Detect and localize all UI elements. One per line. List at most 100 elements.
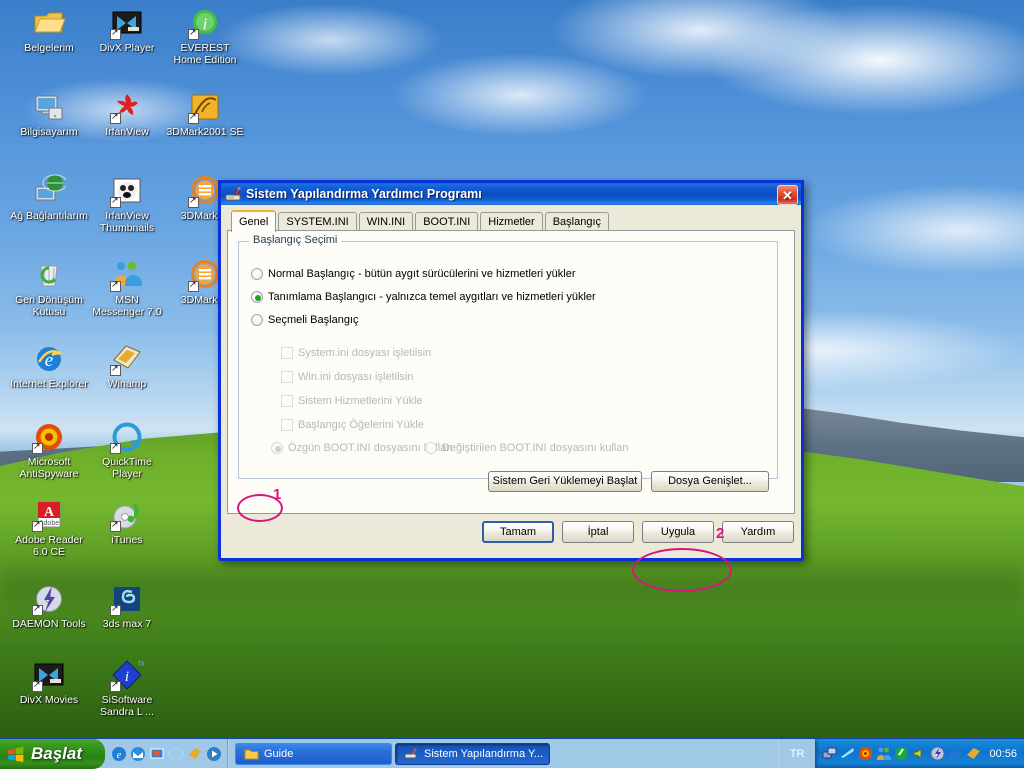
- language-bar[interactable]: TR: [778, 739, 816, 768]
- selective-startup-radio[interactable]: Seçmeli Başlangıç: [251, 314, 359, 326]
- itunes-icon: [110, 498, 144, 532]
- tab-hizmetler[interactable]: Hizmetler: [480, 212, 542, 231]
- shortcut-arrow-icon: [188, 197, 199, 208]
- expand-file-button[interactable]: Dosya Genişlet...: [651, 471, 769, 492]
- option-label: Normal Başlangıç - bütün aygıt sürücüler…: [268, 268, 576, 280]
- tab-win-ini[interactable]: WIN.INI: [359, 212, 414, 231]
- tab-ba-lang-[interactable]: Başlangıç: [545, 212, 609, 231]
- desktop-icon-label: QuickTime Player: [88, 457, 166, 480]
- desktop-icon-my-documents[interactable]: Belgelerim: [10, 6, 88, 55]
- shield-icon[interactable]: [894, 746, 909, 761]
- cancel-button[interactable]: İptal: [562, 521, 634, 543]
- shortcut-arrow-icon: [110, 365, 121, 376]
- option-label: Tanımlama Başlangıcı - yalnızca temel ay…: [268, 291, 596, 303]
- dialog-title-bar[interactable]: Sistem Yapılandırma Yardımcı Programı ✕: [218, 180, 804, 205]
- folder-icon: [244, 747, 259, 761]
- 3ds-max-icon: [110, 582, 144, 616]
- winamp-tray-icon[interactable]: [966, 746, 981, 761]
- close-icon[interactable]: ✕: [777, 185, 798, 205]
- show-desktop-icon[interactable]: [149, 746, 165, 762]
- desktop-icon-microsoft-antispyware[interactable]: Microsoft AntiSpyware: [10, 420, 88, 480]
- windows-flag-icon: [7, 746, 25, 763]
- option-label: Seçmeli Başlangıç: [268, 314, 359, 326]
- desktop-icon-label: DAEMON Tools: [10, 619, 88, 631]
- option-label: Değiştirilen BOOT.INI dosyasını kullan: [442, 442, 628, 454]
- desktop-icon-label: DivX Player: [88, 43, 166, 55]
- group-title: Başlangıç Seçimi: [249, 234, 341, 246]
- normal-startup-radio[interactable]: Normal Başlangıç - bütün aygıt sürücüler…: [251, 268, 576, 280]
- desktop-icon-irfanview-thumbnails[interactable]: IrfanView Thumbnails: [88, 174, 166, 234]
- outlook-express-icon[interactable]: [130, 746, 146, 762]
- desktop-icon-winamp[interactable]: Winamp: [88, 342, 166, 391]
- adobe-reader-icon: AAdobe: [32, 498, 66, 532]
- quick-launch-bar: e: [105, 739, 229, 768]
- taskbar-button-guide[interactable]: Guide: [235, 743, 392, 765]
- shortcut-arrow-icon: [110, 197, 121, 208]
- shortcut-arrow-icon: [110, 521, 121, 532]
- tab-system-ini[interactable]: SYSTEM.INI: [278, 212, 356, 231]
- modified-bootini-radio[interactable]: Değiştirilen BOOT.INI dosyasını kullan: [425, 442, 628, 454]
- system-restore-button[interactable]: Sistem Geri Yüklemeyi Başlat: [488, 471, 642, 492]
- daemon-tools-icon[interactable]: [930, 746, 945, 761]
- desktop-icon-internet-explorer[interactable]: eInternet Explorer: [10, 342, 88, 391]
- svg-text:e: e: [117, 750, 122, 761]
- nvidia-icon[interactable]: [840, 746, 855, 761]
- internet-explorer-icon[interactable]: e: [111, 746, 127, 762]
- shortcut-arrow-icon: [110, 681, 121, 692]
- desktop-icon-my-computer[interactable]: Bilgisayarım: [10, 90, 88, 139]
- load-startup-items-checkbox[interactable]: Başlangıç Öğelerini Yükle: [281, 419, 424, 431]
- help-button[interactable]: Yardım: [722, 521, 794, 543]
- media-player-icon[interactable]: [206, 746, 222, 762]
- quicktime-icon[interactable]: [168, 746, 184, 762]
- tab-boot-ini[interactable]: BOOT.INI: [415, 212, 478, 231]
- sisoftware-icon[interactable]: SiF: [948, 746, 963, 761]
- desktop-icon-label: 3ds max 7: [88, 619, 166, 631]
- clock[interactable]: 00:56: [989, 748, 1017, 760]
- diagnostic-startup-radio[interactable]: Tanımlama Başlangıcı - yalnızca temel ay…: [251, 291, 596, 303]
- winamp-icon[interactable]: [187, 746, 203, 762]
- winamp-icon: [110, 342, 144, 376]
- desktop-icon-itunes[interactable]: iTunes: [88, 498, 166, 547]
- desktop-icon-label: SiSoftware Sandra L ...: [88, 695, 166, 718]
- desktop-icon-adobe-reader[interactable]: AAdobeAdobe Reader 6.0 CE: [10, 498, 88, 558]
- start-label: Başlat: [31, 744, 82, 764]
- process-winini-checkbox[interactable]: Win.ini dosyası işletilsin: [281, 371, 414, 383]
- messenger-icon[interactable]: [876, 746, 891, 761]
- process-systemini-checkbox[interactable]: System.ini dosyası işletilsin: [281, 347, 431, 359]
- shortcut-arrow-icon: [32, 521, 43, 532]
- desktop-icon-label: Ağ Bağlantılarım: [10, 211, 88, 223]
- start-button[interactable]: Başlat: [0, 739, 105, 769]
- network-icon[interactable]: [822, 746, 837, 761]
- checkbox-indicator: [281, 347, 293, 359]
- desktop-icon-3ds-max[interactable]: 3ds max 7: [88, 582, 166, 631]
- desktop-icon-3dmark2001[interactable]: 3DMark2001 SE: [166, 90, 244, 139]
- desktop-icon-daemon-tools[interactable]: DAEMON Tools: [10, 582, 88, 631]
- ok-button[interactable]: Tamam: [482, 521, 554, 543]
- taskbar-button-sistem-yap-land-rma-y[interactable]: Sistem Yapılandırma Y...: [395, 743, 550, 765]
- desktop-icon-quicktime-player[interactable]: QuickTime Player: [88, 420, 166, 480]
- desktop-icon-divx-movies[interactable]: DivX Movies: [10, 658, 88, 707]
- desktop-icon-irfanview[interactable]: IrfanView: [88, 90, 166, 139]
- 3dmark03-icon: [188, 174, 222, 208]
- shortcut-arrow-icon: [32, 443, 43, 454]
- antispyware-icon[interactable]: [858, 746, 873, 761]
- apply-button[interactable]: Uygula: [642, 521, 714, 543]
- desktop-icon-recycle-bin[interactable]: Geri Dönüşüm Kutusu: [10, 258, 88, 318]
- radio-indicator: [251, 268, 263, 280]
- checkbox-label: Başlangıç Öğelerini Yükle: [298, 419, 424, 431]
- load-system-services-checkbox[interactable]: Sistem Hizmetlerini Yükle: [281, 395, 423, 407]
- tab-genel[interactable]: Genel: [231, 210, 276, 232]
- checkbox-indicator: [281, 419, 293, 431]
- desktop-icon-everest[interactable]: iEVEREST Home Edition: [166, 6, 244, 66]
- shortcut-arrow-icon: [32, 605, 43, 616]
- desktop-icon-label: IrfanView: [88, 127, 166, 139]
- shortcut-arrow-icon: [110, 605, 121, 616]
- desktop-icon-sisoftware-sandra[interactable]: iTMSiSoftware Sandra L ...: [88, 658, 166, 718]
- volume-icon[interactable]: [912, 746, 927, 761]
- everest-icon: i: [188, 6, 222, 40]
- desktop-icon-divx-player[interactable]: DivX Player: [88, 6, 166, 55]
- desktop-icon-msn-messenger[interactable]: MSN Messenger 7.0: [88, 258, 166, 318]
- internet-explorer-icon: e: [32, 342, 66, 376]
- desktop-icon-label: Microsoft AntiSpyware: [10, 457, 88, 480]
- desktop-icon-network-places[interactable]: Ağ Bağlantılarım: [10, 174, 88, 223]
